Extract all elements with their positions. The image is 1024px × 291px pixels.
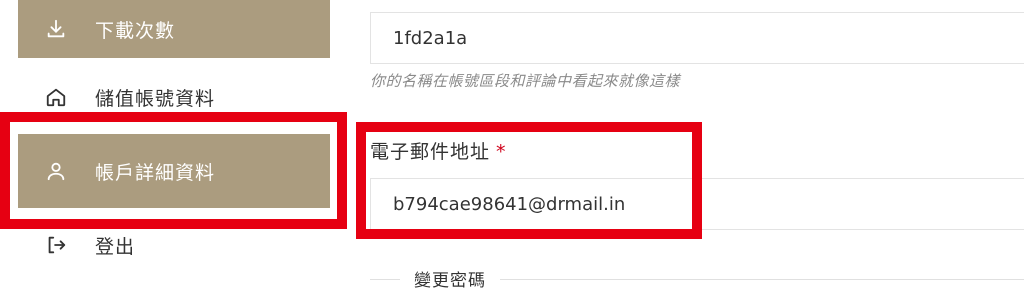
user-icon xyxy=(45,160,67,182)
sidebar-item-label: 下載次數 xyxy=(95,19,176,42)
download-icon xyxy=(45,18,67,40)
sidebar-item-label: 登出 xyxy=(95,235,136,258)
logout-icon xyxy=(45,234,67,256)
sidebar-item-label: 帳戶詳細資料 xyxy=(95,161,216,184)
sidebar-item-account-details[interactable]: 帳戶詳細資料 xyxy=(18,134,330,208)
sidebar-item-downloads[interactable]: 下載次數 xyxy=(18,0,330,58)
sidebar-item-label: 儲值帳號資料 xyxy=(95,87,216,110)
password-section-title: 變更密碼 xyxy=(400,266,500,291)
home-icon xyxy=(45,86,67,108)
required-mark: * xyxy=(496,141,507,163)
sidebar-item-logout[interactable]: 登出 xyxy=(18,216,330,274)
sidebar-item-stored-account[interactable]: 儲值帳號資料 xyxy=(18,68,330,126)
email-value: b794cae98641@drmail.in xyxy=(393,193,626,215)
email-field[interactable]: b794cae98641@drmail.in xyxy=(370,178,1024,230)
display-name-hint: 你的名稱在帳號區段和評論中看起來就像這樣 xyxy=(370,72,681,90)
display-name-value: 1fd2a1a xyxy=(393,27,468,49)
display-name-field[interactable]: 1fd2a1a xyxy=(370,12,1024,64)
email-label: 電子郵件地址 * xyxy=(370,137,507,164)
email-label-text: 電子郵件地址 xyxy=(370,141,491,163)
